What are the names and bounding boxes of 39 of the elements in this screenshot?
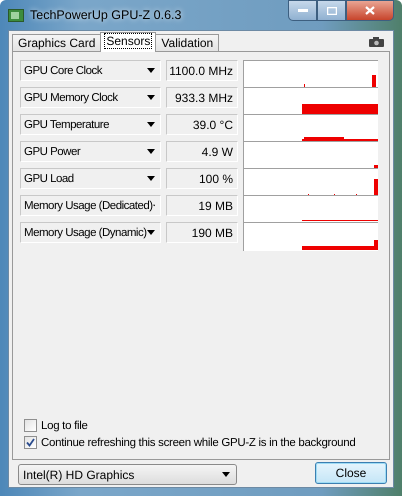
sensor-reading: 39.0 °C [166, 114, 238, 135]
sensor-dropdown[interactable]: Memory Usage (Dynamic) [20, 222, 161, 243]
sensor-reading: 1100.0 MHz [166, 60, 238, 81]
tab[interactable]: Sensors [100, 32, 156, 52]
close-dialog-button[interactable]: Close [315, 462, 387, 484]
caret-icon [147, 149, 155, 154]
sensor-dropdown[interactable]: Memory Usage (Dedicated) [20, 195, 161, 216]
app-icon [8, 8, 24, 22]
minimize-button[interactable] [288, 0, 317, 21]
maximize-button[interactable] [317, 0, 346, 21]
sensor-dropdown[interactable]: GPU Memory Clock [20, 87, 161, 108]
caret-icon [222, 472, 230, 477]
caret-icon [147, 176, 155, 181]
tab[interactable]: Validation [155, 34, 220, 51]
sensor-dropdown[interactable]: GPU Temperature [20, 114, 161, 135]
close-button[interactable] [346, 0, 394, 21]
sensor-reading: 100 % [166, 168, 238, 189]
sensor-reading: 4.9 W [166, 141, 238, 162]
sensor-reading: 19 MB [166, 195, 238, 216]
camera-icon[interactable] [369, 37, 384, 47]
caret-icon [147, 230, 155, 235]
minimize-icon [298, 9, 308, 12]
caret-icon [147, 95, 155, 100]
sensor-dropdown[interactable]: GPU Power [20, 141, 161, 162]
close-icon [365, 6, 375, 15]
checkbox[interactable] [24, 419, 37, 432]
caret-icon [147, 68, 155, 73]
maximize-icon [326, 6, 336, 14]
caret-icon [147, 122, 155, 127]
sensor-reading: 933.3 MHz [166, 87, 238, 108]
checkbox-label: Continue refreshing this screen while GPU-Z is in the background [41, 436, 356, 448]
tab[interactable]: Graphics Card [12, 34, 102, 51]
checkbox-label: Log to file [41, 420, 88, 432]
adapter-dropdown[interactable]: Intel(R) HD Graphics [18, 464, 237, 485]
sensor-reading: 190 MB [166, 222, 238, 243]
sensor-dropdown[interactable]: GPU Core Clock [20, 60, 161, 81]
sensor-dropdown[interactable]: GPU Load [20, 168, 161, 189]
window-title: TechPowerUp GPU-Z 0.6.3 [30, 8, 182, 22]
checkbox[interactable] [24, 436, 37, 449]
